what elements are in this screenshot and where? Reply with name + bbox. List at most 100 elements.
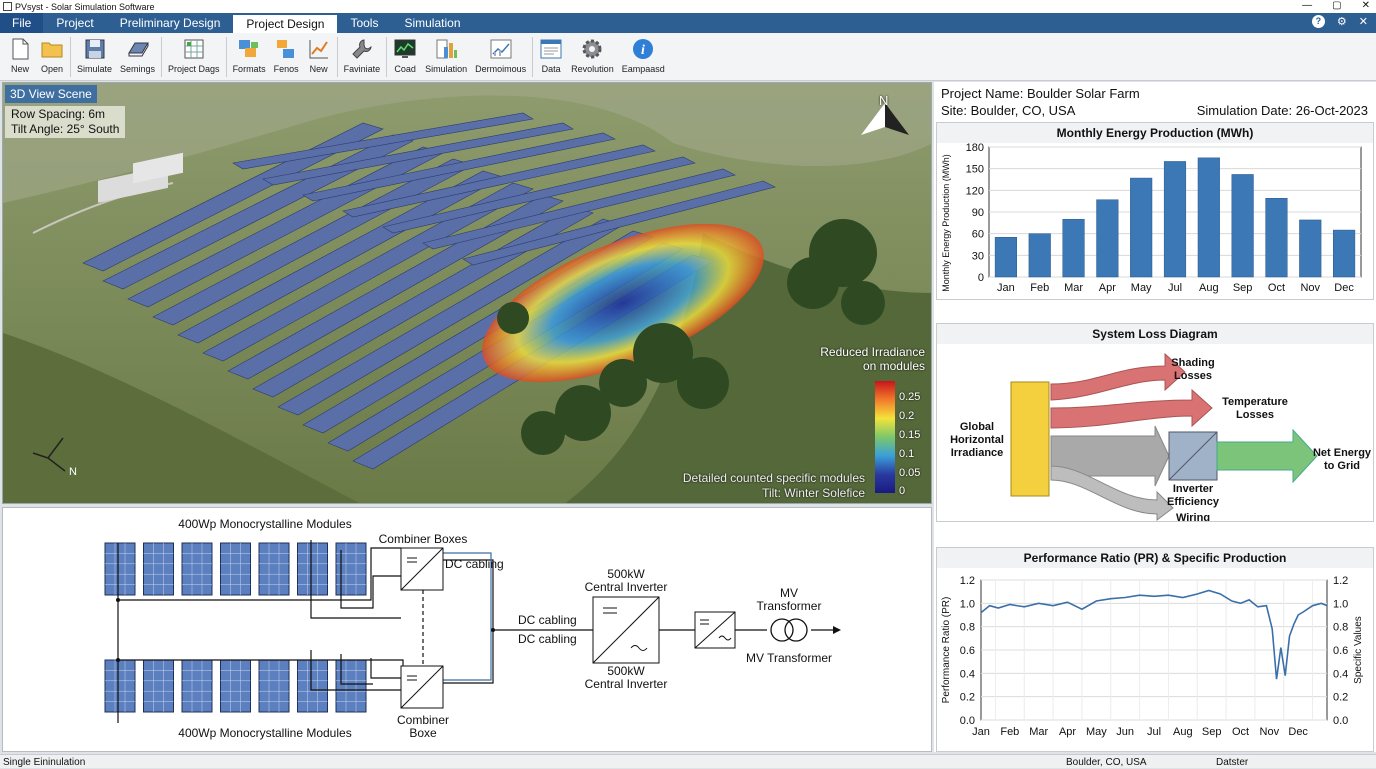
svg-text:i: i <box>641 43 645 58</box>
tab-project[interactable]: Project <box>43 13 106 33</box>
results-panel: Project Name: Boulder Solar Farm Site: B… <box>934 82 1376 752</box>
solar-module <box>143 542 174 596</box>
y-tick-label: 1.0 <box>960 598 975 610</box>
net-energy-flow <box>1216 428 1318 484</box>
irradiance-tick: 0.05 <box>899 467 921 479</box>
ribbon-new-button[interactable]: New <box>4 33 36 74</box>
solar-module <box>220 542 251 596</box>
3d-scene-view[interactable]: 3D View Scene Row Spacing: 6m Tilt Angle… <box>2 82 932 504</box>
y2-tick-label: 0.6 <box>1333 645 1348 657</box>
maximize-button[interactable]: ▢ <box>1332 0 1341 12</box>
wiring-schematic: 400Wp Monocrystalline Modules 400Wp Mono… <box>104 517 841 740</box>
x-tick-label: Jan <box>997 282 1015 294</box>
close-window-button[interactable]: ✕ <box>1362 0 1370 12</box>
simulation-bars-icon <box>436 39 458 59</box>
tab-file[interactable]: File <box>0 13 44 33</box>
ribbon-eampaasd-label: Eampaasd <box>621 64 665 74</box>
energy-bar <box>1096 199 1119 278</box>
tab-simulation[interactable]: Simulation <box>391 13 473 33</box>
scene-view-tag[interactable]: 3D View Scene <box>5 85 97 103</box>
irradiance-tick: 0 <box>899 485 906 497</box>
module-group-top <box>104 542 367 596</box>
y-tick-label: 0 <box>978 272 984 284</box>
net-label-2: to Grid <box>1324 460 1360 472</box>
solar-module <box>143 659 174 713</box>
source-label-1: Global <box>960 421 994 433</box>
energy-bar <box>1130 177 1153 278</box>
inverter-bottom-label-1: 500kW <box>607 664 645 678</box>
ribbon-simulate-button[interactable]: Simulate <box>73 33 116 74</box>
minimize-button[interactable]: — <box>1302 0 1312 12</box>
combiner-bottom-label-2: Boxe <box>409 726 437 740</box>
ribbon-simulation-button[interactable]: Simulation <box>421 33 471 74</box>
ribbon-coad-button[interactable]: Coad <box>389 33 421 74</box>
panel-settings-icon <box>127 42 149 57</box>
simulation-date: Simulation Date: 26-Oct-2023 <box>1196 103 1368 118</box>
status-bar: Single Eininulation Boulder, CO, USA Dat… <box>0 754 1376 768</box>
ribbon-fenos-button[interactable]: Fenos <box>270 33 303 74</box>
ribbon-data-label: Data <box>541 64 561 74</box>
help-icon[interactable]: ? <box>1311 15 1325 28</box>
x-tick-label: Mar <box>1064 282 1083 294</box>
settings-icon[interactable]: ⚙ <box>1337 15 1347 28</box>
ribbon-separator <box>532 37 534 77</box>
y-tick-label: 0.2 <box>960 692 975 704</box>
monthly-energy-section: Monthly Energy Production (MWh) Monthly … <box>936 122 1374 300</box>
irradiance-tick: 0.1 <box>899 448 915 460</box>
y2-tick-label: 1.2 <box>1333 575 1348 587</box>
x-tick-label: Jul <box>1147 726 1161 738</box>
ribbon-new-chart-button[interactable]: New <box>303 33 335 74</box>
loss-section: System Loss Diagram Global Horizontal Ir… <box>936 323 1374 522</box>
performance-ratio-chart[interactable]: Performance Ratio (PR) Specific Values 0… <box>937 568 1373 751</box>
loss-sankey[interactable]: Global Horizontal Irradiance Shading Los… <box>937 344 1373 521</box>
project-site: Site: Boulder, CO, USA <box>941 103 1076 118</box>
ribbon-project-dags-button[interactable]: Project Dags <box>164 33 224 74</box>
shading-loss-flow <box>1050 352 1186 401</box>
irradiance-source-block <box>1010 381 1050 497</box>
ribbon-open-button[interactable]: Open <box>36 33 68 74</box>
project-grid-icon <box>184 39 204 59</box>
source-label-2: Horizontal <box>950 434 1004 446</box>
tab-project-design[interactable]: Project Design <box>233 13 338 33</box>
x-tick-label: Feb <box>1000 726 1019 738</box>
ribbon-formats-button[interactable]: Formats <box>229 33 270 74</box>
combiner-bottom-label-1: Combiner <box>397 713 449 727</box>
solar-module <box>181 542 213 596</box>
ribbon-new-chart-label: New <box>309 64 328 74</box>
solar-module <box>104 542 136 596</box>
fenos-icon <box>277 40 295 58</box>
scene-note-line1: Detailed counted specific modules <box>682 471 865 485</box>
ribbon-data-button[interactable]: Data <box>535 33 567 74</box>
y-tick-label: 120 <box>966 185 984 197</box>
inverter-top-label-1: 500kW <box>607 567 645 581</box>
close-icon[interactable]: ✕ <box>1359 15 1368 28</box>
shading-label-2: Losses <box>1174 370 1212 382</box>
x-tick-label: Aug <box>1173 726 1193 738</box>
ribbon-separator <box>161 37 163 77</box>
tab-tools[interactable]: Tools <box>337 13 391 33</box>
ribbon-formats-label: Formats <box>232 64 266 74</box>
irradiance-legend-title: Reduced Irradiance on modules <box>820 345 925 373</box>
solar-module <box>220 659 251 713</box>
shading-label-1: Shading <box>1171 357 1214 369</box>
status-left: Single Eininulation <box>3 757 86 768</box>
tab-preliminary-design[interactable]: Preliminary Design <box>107 13 234 33</box>
gear-icon <box>582 39 602 59</box>
ribbon-toolbar: New Open Simulate Semings Project Dags F… <box>0 33 1376 81</box>
dc-cabling-near-label: DC cabling <box>445 557 504 571</box>
source-label-3: Irradiance <box>951 447 1004 459</box>
ribbon-faviniate-button[interactable]: Faviniate <box>340 33 385 74</box>
pr-ylabel: Performance Ratio (PR) <box>941 597 952 704</box>
ribbon-eampaasd-button[interactable]: i Eampaasd <box>618 33 669 74</box>
ribbon-semings-label: Semings <box>120 64 156 74</box>
solar-module <box>297 542 328 596</box>
ribbon-revolution-button[interactable]: Revolution <box>567 33 618 74</box>
monthly-energy-chart[interactable]: Monthly Energy Production (MWh) 0 30 60 90 1… <box>937 143 1373 299</box>
ribbon-dermoimous-button[interactable]: Dermoimous <box>471 33 530 74</box>
ribbon-semings-button[interactable]: Semings <box>116 33 159 74</box>
single-line-diagram[interactable]: 400Wp Monocrystalline Modules 400Wp Mono… <box>2 507 932 752</box>
tilt-angle-text: Tilt Angle: 25° South <box>11 122 120 136</box>
x-tick-label: Nov <box>1260 726 1280 738</box>
x-tick-label: Sep <box>1202 726 1222 738</box>
window-title: PVsyst - Solar Simulation Software <box>15 1 155 12</box>
